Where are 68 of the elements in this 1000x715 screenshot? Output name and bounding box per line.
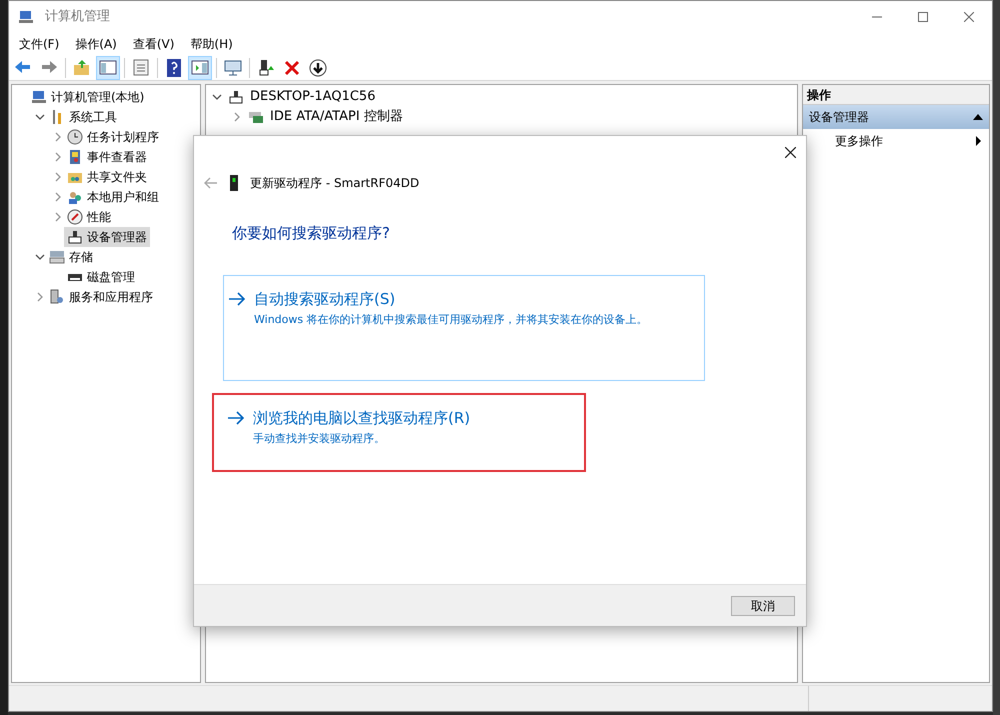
tree-node-icon (67, 149, 83, 165)
menu-item[interactable]: 文件(F) (11, 35, 68, 53)
tree-item[interactable]: 服务和应用程序 (46, 287, 156, 307)
maximize-icon (918, 12, 928, 22)
tree-item[interactable]: 磁盘管理 (64, 267, 138, 287)
driver-option[interactable]: 自动搜索驱动程序(S) Windows 将在你的计算机中搜索最佳可用驱动程序，并将其安装在你的设备上。 (223, 274, 705, 380)
close-icon (784, 146, 796, 158)
tree-item[interactable]: 事件查看器 (64, 147, 150, 167)
dialog-heading: 你要如何搜索驱动程序? (232, 223, 391, 244)
collapse-icon[interactable] (212, 92, 222, 102)
action-item[interactable]: 更多操作 (803, 129, 989, 153)
collapse-icon[interactable] (35, 112, 45, 122)
tree-item[interactable]: 性能 (64, 207, 114, 227)
help-icon (164, 58, 184, 78)
arrow-icon (227, 410, 245, 424)
action-pane-icon (190, 58, 210, 78)
properties-icon (131, 58, 151, 78)
expand-icon[interactable] (35, 292, 45, 302)
option-title: 浏览我的电脑以查找驱动程序(R) (253, 408, 470, 428)
tree-item[interactable]: 任务计划程序 (64, 127, 162, 147)
close-icon (964, 12, 974, 22)
expand-icon[interactable] (53, 212, 63, 222)
tree-item[interactable]: 设备管理器 (64, 227, 150, 247)
device-icon (67, 229, 83, 245)
driver-option[interactable]: 浏览我的电脑以查找驱动程序(R) 手动查找并安装驱动程序。 (212, 392, 586, 472)
tree-node-icon (67, 209, 83, 225)
tree-item[interactable]: 计算机管理(本地) (28, 87, 148, 107)
tree-item[interactable]: DESKTOP-1AQ1C56 (250, 87, 376, 107)
app-icon (17, 9, 35, 25)
actions-section-header[interactable]: 设备管理器 (803, 105, 989, 129)
tree-node-icon (67, 129, 83, 145)
tree-node-icon (67, 189, 83, 205)
up-folder-icon (72, 58, 92, 78)
tree-item[interactable]: 存储 (46, 247, 96, 267)
collapse-icon[interactable] (35, 252, 45, 262)
device-icon (230, 175, 238, 191)
actions-header: 操作 (803, 85, 989, 105)
toolbar-button[interactable] (96, 56, 120, 80)
tree-item[interactable]: 本地用户和组 (64, 187, 162, 207)
expand-icon[interactable] (53, 152, 63, 162)
back-button[interactable] (204, 176, 218, 190)
tree-node-icon (49, 249, 65, 265)
expand-icon[interactable] (232, 112, 242, 122)
monitor-icon (223, 58, 243, 78)
minimize-icon (872, 16, 882, 18)
menu-item[interactable]: 帮助(H) (182, 35, 241, 53)
device-icon (228, 89, 244, 105)
tree-item[interactable]: IDE ATA/ATAPI 控制器 (270, 107, 403, 127)
expand-icon[interactable] (53, 132, 63, 142)
tree-item[interactable]: 共享文件夹 (64, 167, 150, 187)
arrow-icon (228, 292, 246, 306)
tree-node-icon (49, 289, 65, 305)
window-title: 计算机管理 (45, 8, 110, 26)
cancel-button[interactable]: 取消 (731, 596, 795, 616)
tree-item[interactable]: 系统工具 (46, 107, 120, 127)
collapse-icon (973, 114, 983, 120)
toolbar-button[interactable] (188, 56, 212, 80)
console-tree-icon (98, 58, 118, 78)
option-description: 手动查找并安装驱动程序。 (253, 431, 386, 447)
menu-item[interactable]: 操作(A) (67, 35, 125, 53)
tree-node-icon (248, 109, 264, 125)
menu-item[interactable]: 查看(V) (124, 35, 182, 53)
expand-icon[interactable] (53, 172, 63, 182)
expand-icon[interactable] (53, 192, 63, 202)
dialog-title: 更新驱动程序 - SmartRF04DD (250, 175, 420, 192)
tree-node-icon (31, 89, 47, 105)
option-description: Windows 将在你的计算机中搜索最佳可用驱动程序，并将其安装在你的设备上。 (254, 312, 648, 328)
option-title: 自动搜索驱动程序(S) (254, 288, 396, 310)
